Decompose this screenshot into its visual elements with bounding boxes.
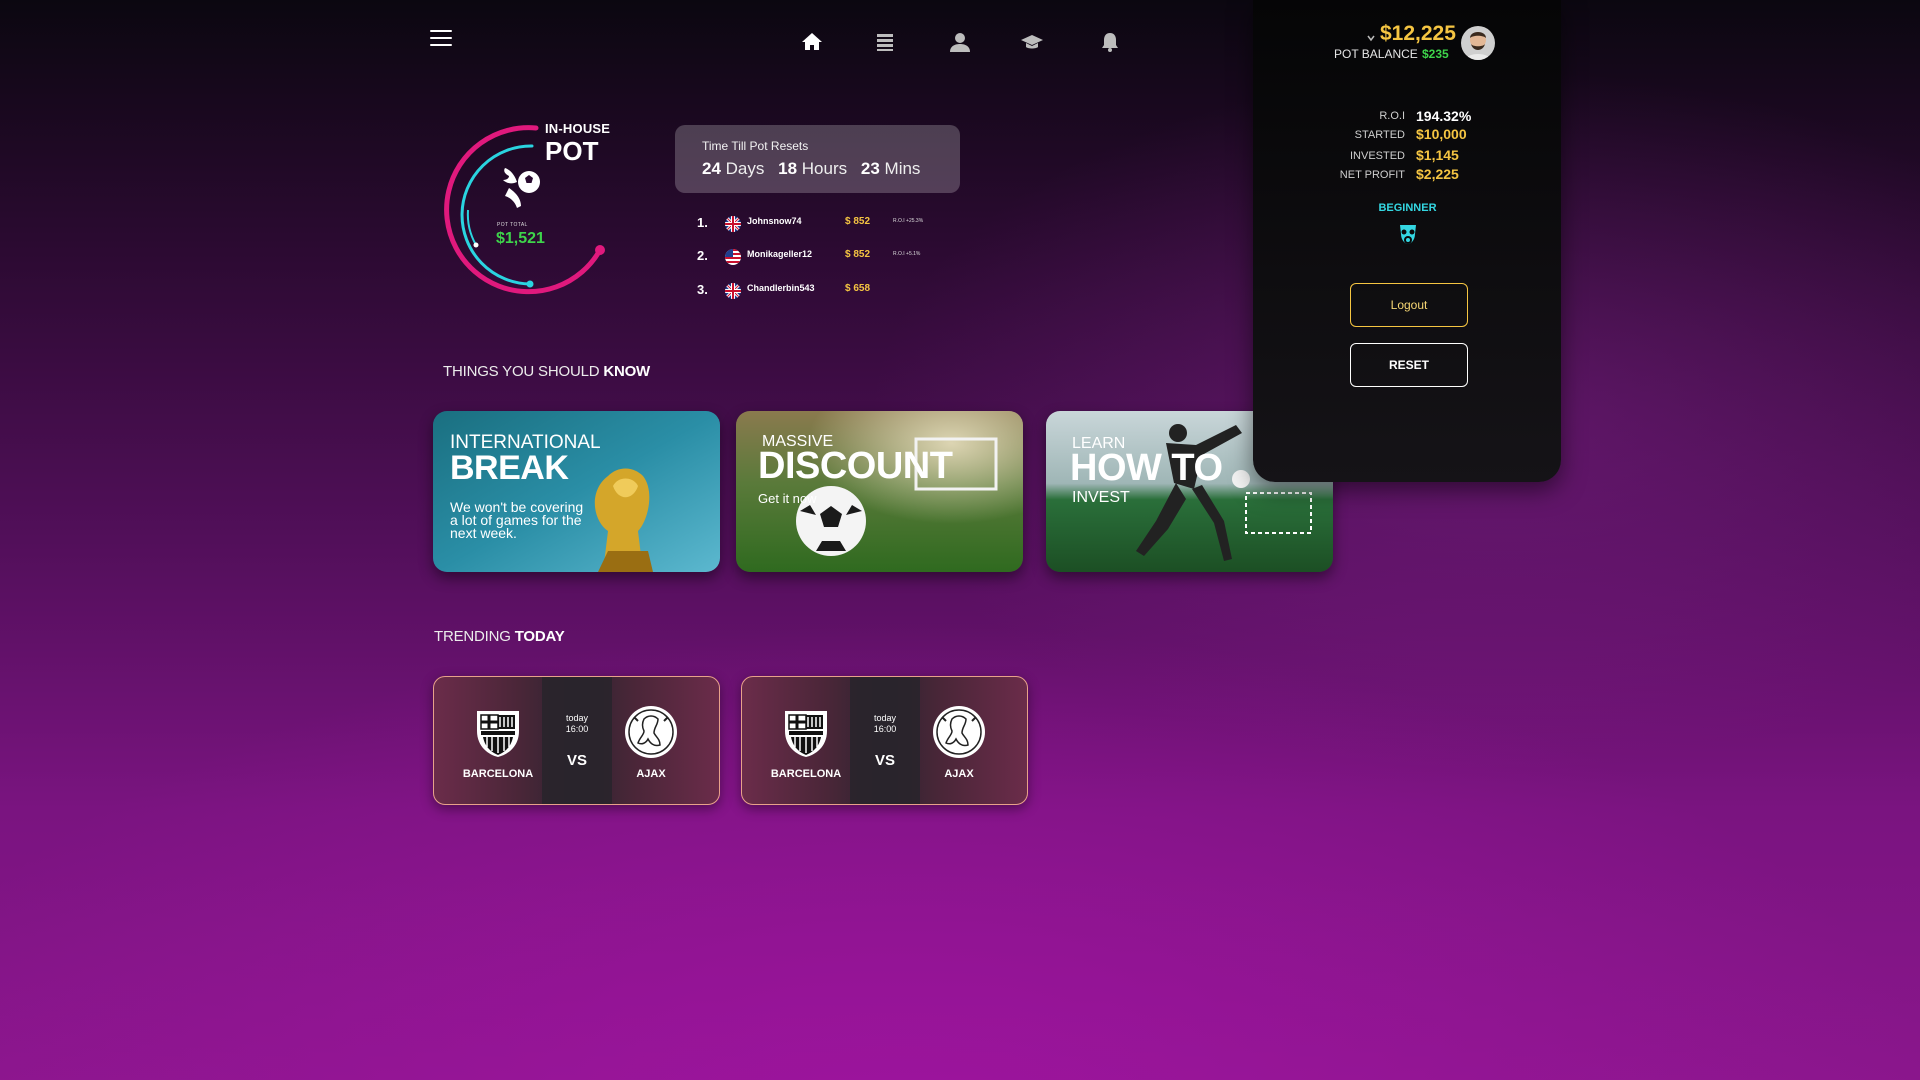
timer-days-unit: Days xyxy=(725,159,765,178)
leaderboard-roi: R.O.I +5.1% xyxy=(893,251,921,257)
promo-card-massive-discount[interactable]: MASSIVE DISCOUNT Get it now xyxy=(736,411,1023,572)
timer-hours-unit: Hours xyxy=(801,159,848,178)
pot-balance-label: POT BALANCE xyxy=(1334,47,1418,61)
match-center-panel xyxy=(542,677,612,804)
section-title-light: THINGS YOU SHOULD xyxy=(443,363,604,380)
timer-mins-unit: Mins xyxy=(884,159,921,178)
timer-hours-value: 18 xyxy=(778,159,798,178)
match-card[interactable]: BARCELONA today 16:00 VS AJAX xyxy=(433,676,720,805)
timer-title: Time Till Pot Resets xyxy=(702,139,809,153)
stat-label-started: STARTED xyxy=(1354,129,1405,141)
leaderboard-rank: 3. xyxy=(697,282,708,297)
chevron-down-icon[interactable] xyxy=(1366,30,1376,42)
leaderboard-username: Chandlerbin543 xyxy=(747,283,815,293)
uk-flag-icon xyxy=(725,283,741,299)
section-title-light: TRENDING xyxy=(434,628,515,645)
home-team-name: BARCELONA xyxy=(770,768,842,780)
promo-card-headline: HOW TO xyxy=(1070,447,1223,489)
leaderboard-row[interactable]: 3. Chandlerbin543 $ 658 xyxy=(697,281,957,301)
match-vs: VS xyxy=(566,752,587,769)
section-title-bold: TODAY xyxy=(514,628,565,645)
promo-card-headline: BREAK xyxy=(450,449,569,487)
pot-label-small: IN-HOUSE xyxy=(545,121,611,136)
pot-label-big: POT xyxy=(545,136,599,166)
list-icon[interactable] xyxy=(873,30,897,54)
timer-days-value: 24 xyxy=(702,159,721,178)
stat-label-net-profit: NET PROFIT xyxy=(1339,169,1405,181)
match-time: 16:00 xyxy=(565,724,589,734)
stat-value-roi: 194.32% xyxy=(1416,108,1472,124)
graduation-cap-icon[interactable] xyxy=(1020,30,1044,54)
match-time: 16:00 xyxy=(873,724,897,734)
promo-card-international-break[interactable]: INTERNATIONAL BREAK We won't be covering… xyxy=(433,411,720,572)
stat-value-invested: $1,145 xyxy=(1416,147,1459,163)
leaderboard-username: Johnsnow74 xyxy=(747,216,802,226)
reset-button[interactable]: RESET xyxy=(1350,343,1468,387)
section-title-trending: TRENDING TODAY xyxy=(434,628,565,645)
leaderboard-rank: 2. xyxy=(697,248,708,263)
away-team-name: AJAX xyxy=(636,768,666,780)
leaderboard-username: Monikageller12 xyxy=(747,249,813,259)
pot-total-label: POT TOTAL xyxy=(497,222,528,228)
section-title-bold: KNOW xyxy=(603,363,651,380)
leaderboard-roi: R.O.I +25.3% xyxy=(893,218,924,224)
stat-value-net-profit: $2,225 xyxy=(1416,166,1459,182)
account-balance: $12,225 xyxy=(1380,22,1456,45)
user-icon[interactable] xyxy=(948,30,972,54)
stat-label-invested: INVESTED xyxy=(1349,150,1405,162)
promo-card-body-line3: next week. xyxy=(450,525,517,541)
barcelona-crest-icon xyxy=(471,705,525,759)
leaderboard-row[interactable]: 2. Monikageller12 $ 852 R.O.I +5.1% xyxy=(697,247,957,267)
match-day: today xyxy=(873,713,897,723)
match-day: today xyxy=(565,713,589,723)
football-player-icon xyxy=(495,162,547,212)
barcelona-crest-icon xyxy=(779,705,833,759)
hamburger-menu-icon[interactable] xyxy=(430,30,452,48)
gas-mask-icon xyxy=(1396,222,1420,248)
leaderboard-rank: 1. xyxy=(697,215,708,230)
away-team-name: AJAX xyxy=(944,768,974,780)
account-level: BEGINNER xyxy=(1378,202,1437,214)
avatar[interactable] xyxy=(1461,26,1495,60)
promo-card-headline: DISCOUNT xyxy=(758,445,953,487)
section-title-things: THINGS YOU SHOULD KNOW xyxy=(443,363,650,380)
ajax-crest-icon xyxy=(932,705,986,759)
match-card[interactable]: BARCELONA today 16:00 VS AJAX xyxy=(741,676,1028,805)
uk-flag-icon xyxy=(725,216,741,232)
timer-countdown: 24 Days 18 Hours 23 Mins xyxy=(702,159,920,179)
promo-card-line3: INVEST xyxy=(1072,489,1130,506)
pot-total-value: $1,521 xyxy=(496,230,545,247)
bell-icon[interactable] xyxy=(1098,30,1122,54)
logout-button[interactable]: Logout xyxy=(1350,283,1468,327)
match-vs: VS xyxy=(874,752,895,769)
home-icon[interactable] xyxy=(800,30,824,54)
leaderboard-row[interactable]: 1. Johnsnow74 $ 852 R.O.I +25.3% xyxy=(697,214,957,234)
timer-mins-value: 23 xyxy=(860,159,880,178)
stat-label-roi: R.O.I xyxy=(1379,110,1405,122)
promo-card-body: Get it now xyxy=(758,491,817,506)
leaderboard-amount: $ 658 xyxy=(845,283,871,294)
leaderboard-amount: $ 852 xyxy=(845,216,871,227)
match-center-panel xyxy=(850,677,920,804)
stat-value-started: $10,000 xyxy=(1416,126,1467,142)
leaderboard-amount: $ 852 xyxy=(845,249,871,260)
ajax-crest-icon xyxy=(624,705,678,759)
us-flag-icon xyxy=(725,249,741,265)
pot-balance-value: $235 xyxy=(1422,47,1449,61)
home-team-name: BARCELONA xyxy=(462,768,534,780)
